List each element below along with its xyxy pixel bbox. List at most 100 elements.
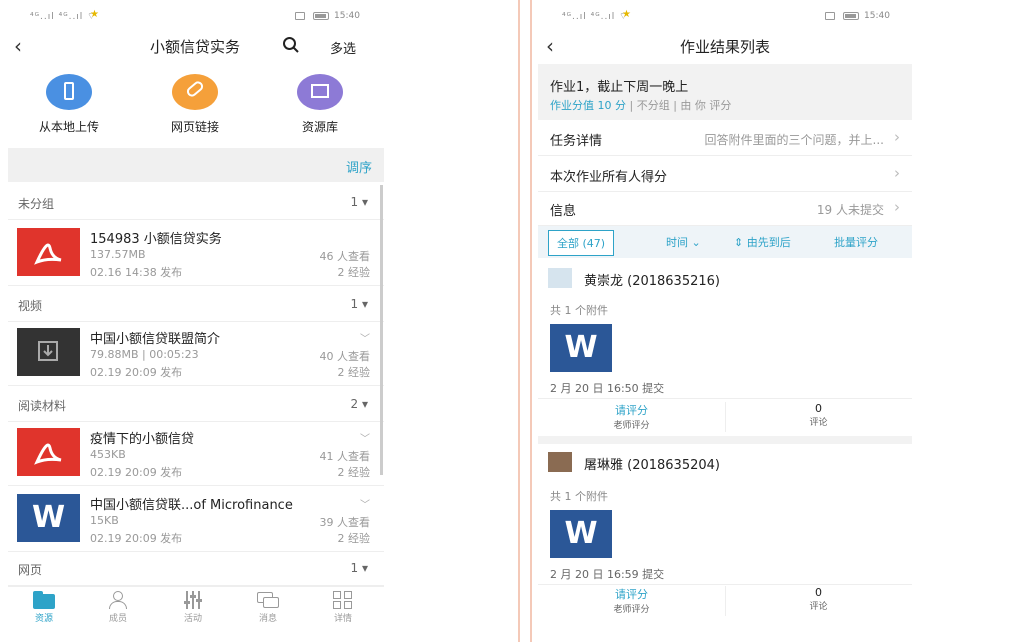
sort-button[interactable]: 调序 [346,157,372,176]
attachment-count: 共 1 个附件 [550,304,608,317]
filter-order-toggle[interactable]: ⇕ 由先到后 [734,234,791,250]
nav-bar: ‹ 作业结果列表 [532,30,1012,64]
divider [538,584,912,585]
vibrate-icon [825,12,835,20]
chevron-down-icon[interactable]: ﹀ [360,496,370,511]
comments-button[interactable]: 0 评论 [725,586,912,618]
screenshot-stage: ⁴ᴳ..ıl ⁴ᴳ..ıl ⌔ ★ 15:40 ‹ 小额信贷实务 多选 从本地上… [0,0,1012,642]
item-exp: 2 经验 [337,266,371,279]
submit-time: 2 月 20 日 16:59 提交 [550,568,665,581]
video-download-icon [17,328,80,376]
status-time: 15:40 [864,11,890,21]
assignment-title: 作业1，截止下周一晚上 [550,80,689,95]
comments-button[interactable]: 0 评论 [725,402,912,434]
row-value: 回答附件里面的三个问题，并上... [704,133,884,147]
group-name: 网页 [18,563,43,577]
list-item[interactable]: W 中国小额信贷联...of Microfinance ﹀ 15KB 02.19… [8,486,384,552]
multi-select-button[interactable]: 多选 [330,38,356,57]
group-name: 视频 [18,299,43,313]
item-size: 453KB [90,448,126,461]
resource-library-button[interactable]: 资源库 [275,74,365,135]
tab-activities[interactable]: 活动 [163,591,223,624]
submit-time: 2 月 20 日 16:50 提交 [550,382,665,395]
tab-label: 详情 [333,614,352,624]
group-header-webpage[interactable]: 网页 1 ▾ [8,550,384,586]
row-key: 本次作业所有人得分 [550,170,668,185]
divider [538,398,912,399]
grade-button[interactable]: 请评分 老师评分 [538,402,725,434]
row-key: 任务详情 [550,134,603,149]
card-separator [538,436,912,444]
list-item[interactable]: 疫情下的小额信贷 ﹀ 453KB 02.19 20:09 发布 41 人查看 2… [8,420,384,486]
local-upload-label: 从本地上传 [38,120,99,134]
item-title: 疫情下的小额信贷 [90,432,195,447]
list-item[interactable]: 中国小额信贷联盟简介 ﹀ 79.88MB | 00:05:23 02.19 20… [8,320,384,386]
info-row[interactable]: 信息 19 人未提交 › [538,190,912,226]
tab-resources[interactable]: 资源 [14,591,74,624]
pdf-icon [17,228,80,276]
list-item[interactable]: 154983 小额信贷实务 137.57MB 02.16 14:38 发布 46… [8,220,384,286]
pdf-icon [17,428,80,476]
local-upload-button[interactable]: 从本地上传 [24,74,114,135]
link-icon [172,74,218,110]
all-scores-row[interactable]: 本次作业所有人得分 › [538,156,912,192]
vibrate-icon [295,12,305,20]
star-icon: ★ [622,9,631,20]
tab-members[interactable]: 成员 [88,591,148,624]
item-views: 39 人查看 [319,516,371,529]
group-header-video[interactable]: 视频 1 ▾ [8,286,384,322]
score-value: 作业分值 10 分 [550,99,626,112]
tab-label: 资源 [34,614,53,624]
resource-library-label: 资源库 [301,120,338,134]
tab-label: 活动 [183,614,202,624]
sliders-icon [182,591,204,609]
folder-icon [33,591,55,609]
chevron-right-icon: › [894,128,900,146]
search-icon[interactable] [282,36,300,54]
item-views: 41 人查看 [319,450,371,463]
right-phone-screen: ⁴ᴳ..ıl ⁴ᴳ..ıl ⌔ ★ 15:40 ‹ 作业结果列表 作业1，截止下… [530,0,1012,642]
group-header-reading[interactable]: 阅读材料 2 ▾ [8,386,384,422]
word-doc-icon: W [17,494,80,542]
word-doc-icon[interactable]: W [550,510,612,558]
item-exp: 2 经验 [337,532,371,545]
item-date: 02.16 14:38 发布 [90,266,183,279]
grouping: 不分组 [636,99,670,112]
scrollbar[interactable] [380,185,383,475]
batch-grade-button[interactable]: 批量评分 [834,234,878,250]
group-header-ungrouped[interactable]: 未分组 1 ▾ [8,184,384,220]
filter-bar: 全部 (47) 时间 ⌄ ⇕ 由先到后 批量评分 [538,226,912,258]
avatar[interactable] [548,268,572,288]
tab-messages[interactable]: 消息 [238,591,298,624]
chevron-down-icon[interactable]: ﹀ [360,330,370,345]
chevron-right-icon: › [894,198,900,216]
word-doc-icon[interactable]: W [550,324,612,372]
web-link-button[interactable]: 网页链接 [150,74,240,135]
item-title: 154983 小额信贷实务 [90,232,222,247]
status-bar: ⁴ᴳ..ıl ⁴ᴳ..ıl ⌔ ★ 15:40 [0,0,518,30]
nav-bar: ‹ 小额信贷实务 多选 [0,30,518,64]
avatar[interactable] [548,452,572,472]
student-name: 黄崇龙 (2018635216) [584,274,720,289]
filter-time-dropdown[interactable]: 时间 ⌄ [666,234,701,250]
item-title: 中国小额信贷联...of Microfinance [90,498,293,513]
task-details-row[interactable]: 任务详情 回答附件里面的三个问题，并上... › [538,120,912,156]
chevron-right-icon: › [894,164,900,182]
filter-all-button[interactable]: 全部 (47) [548,230,615,256]
star-icon: ★ [90,9,99,20]
group-count: 1 ▾ [350,195,368,209]
attachment-count: 共 1 个附件 [550,490,608,503]
sort-bar: 调序 [8,148,384,182]
item-title: 中国小额信贷联盟简介 [90,332,221,347]
battery-icon [313,12,329,20]
grade-button[interactable]: 请评分 老师评分 [538,586,725,618]
chevron-down-icon[interactable]: ﹀ [360,430,370,445]
item-size: 15KB [90,514,119,527]
tab-details[interactable]: 详情 [313,591,373,624]
submission-card: 黄崇龙 (2018635216) 共 1 个附件 W 2 月 20 日 16:5… [538,260,912,436]
assignment-header: 作业1，截止下周一晚上 作业分值 10 分 | 不分组 | 由 你 评分 [538,64,912,120]
phone-icon [46,74,92,110]
item-date: 02.19 20:09 发布 [90,532,183,545]
item-date: 02.19 20:09 发布 [90,466,183,479]
group-count: 1 ▾ [350,561,368,575]
